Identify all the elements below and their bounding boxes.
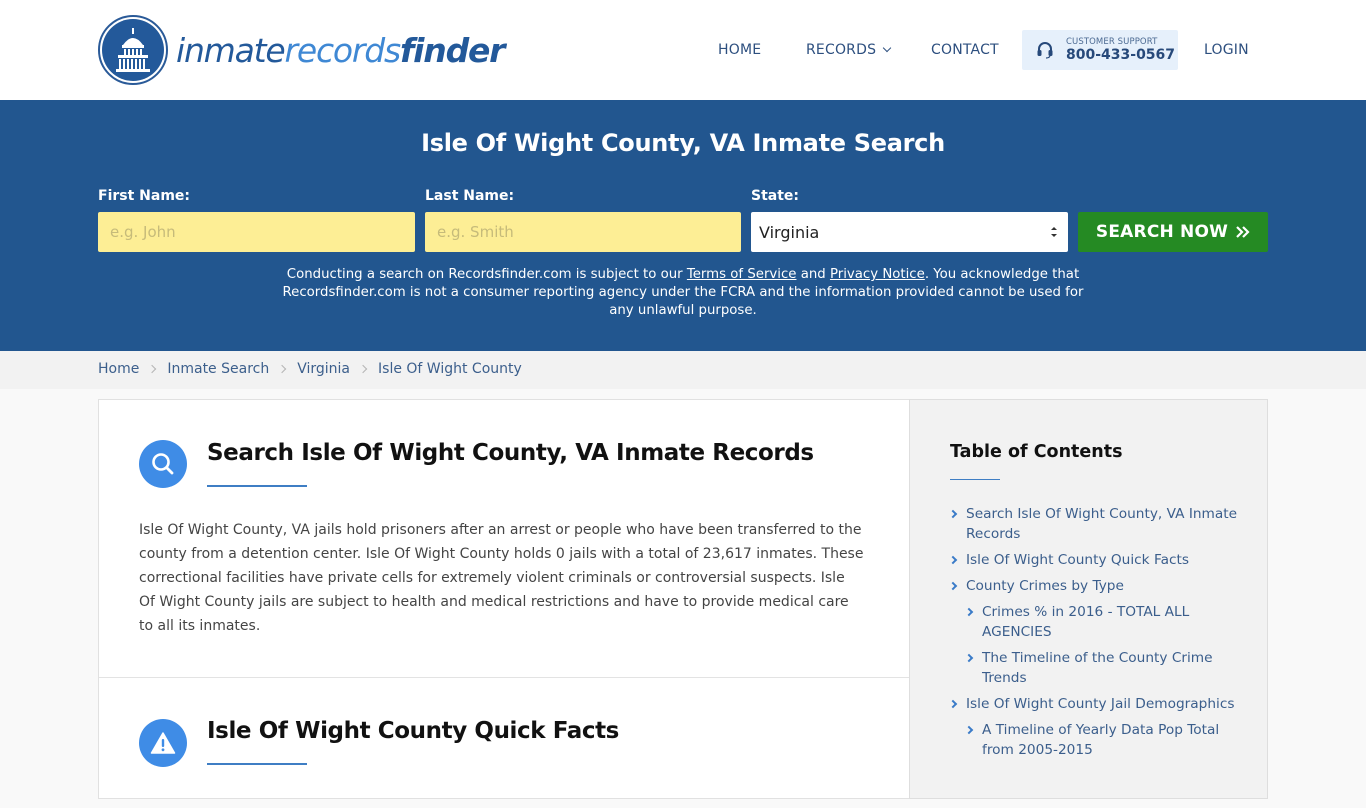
section-body: Isle Of Wight County, VA jails hold pris… bbox=[139, 522, 864, 634]
last-name-input[interactable] bbox=[425, 212, 741, 252]
terms-of-service-link[interactable]: Terms of Service bbox=[687, 267, 797, 282]
support-phone: 800-433-0567 bbox=[1066, 47, 1176, 63]
search-disclaimer: Conducting a search on Recordsfinder.com… bbox=[270, 266, 1096, 320]
state-selected-value: Virginia bbox=[759, 222, 820, 242]
section-title: Isle Of Wight County Quick Facts bbox=[207, 718, 619, 744]
toc-item-label: Isle Of Wight County Jail Demographics bbox=[966, 696, 1235, 712]
select-arrows-icon bbox=[1051, 227, 1057, 237]
chevron-right-icon bbox=[948, 699, 958, 709]
toc-title: Table of Contents bbox=[950, 442, 1123, 462]
breadcrumb-inmate-search[interactable]: Inmate Search bbox=[167, 361, 269, 377]
last-name-label: Last Name: bbox=[425, 188, 515, 204]
title-underline bbox=[207, 485, 307, 487]
toc-item-label: Crimes % in 2016 - TOTAL ALL AGENCIES bbox=[982, 604, 1190, 640]
nav-contact[interactable]: CONTACT bbox=[931, 42, 999, 58]
table-of-contents: Table of Contents Search Isle Of Wight C… bbox=[909, 399, 1268, 799]
search-now-label: SEARCH NOW bbox=[1095, 222, 1229, 242]
toc-item[interactable]: Search Isle Of Wight County, VA Inmate R… bbox=[948, 504, 1240, 544]
first-name-label: First Name: bbox=[98, 188, 191, 204]
toc-item[interactable]: Isle Of Wight County Jail Demographics bbox=[948, 694, 1240, 714]
nav-home[interactable]: HOME bbox=[718, 42, 761, 58]
chevron-right-icon bbox=[948, 509, 958, 519]
breadcrumb-virginia[interactable]: Virginia bbox=[297, 361, 350, 377]
breadcrumb: Home Inmate Search Virginia Isle Of Wigh… bbox=[98, 361, 522, 377]
nav-records-label: RECORDS bbox=[806, 42, 877, 58]
logo-part-records: records bbox=[284, 30, 402, 70]
toc-subitem[interactable]: A Timeline of Yearly Data Pop Total from… bbox=[964, 720, 1240, 760]
toc-item-label: Isle Of Wight County Quick Facts bbox=[966, 552, 1189, 568]
search-icon bbox=[139, 440, 187, 488]
customer-support-button[interactable]: CUSTOMER SUPPORT 800-433-0567 bbox=[1022, 30, 1178, 70]
double-chevron-right-icon bbox=[1236, 226, 1250, 238]
state-label: State: bbox=[751, 188, 800, 204]
section-search-records: Search Isle Of Wight County, VA Inmate R… bbox=[99, 400, 909, 677]
chevron-right-icon bbox=[277, 364, 287, 374]
disclaimer-text-pre: Conducting a search on Recordsfinder.com… bbox=[286, 267, 687, 282]
toc-underline bbox=[950, 479, 1000, 480]
toc-list: Search Isle Of Wight County, VA Inmate R… bbox=[948, 504, 1240, 766]
toc-subitem[interactable]: The Timeline of the County Crime Trends bbox=[964, 648, 1240, 688]
breadcrumb-current: Isle Of Wight County bbox=[378, 361, 522, 377]
search-now-button[interactable]: SEARCH NOW bbox=[1078, 212, 1268, 252]
page-title: Isle Of Wight County, VA Inmate Search bbox=[421, 129, 945, 157]
logo-part-finder: finder bbox=[400, 30, 505, 70]
logo-wordmark: inmaterecordsfinder bbox=[176, 30, 505, 70]
toc-item-label: The Timeline of the County Crime Trends bbox=[982, 650, 1213, 686]
toc-item[interactable]: County Crimes by Type bbox=[948, 576, 1240, 596]
toc-item-label: A Timeline of Yearly Data Pop Total from… bbox=[982, 722, 1220, 758]
warning-icon bbox=[139, 719, 187, 767]
toc-item[interactable]: Isle Of Wight County Quick Facts bbox=[948, 550, 1240, 570]
site-header: inmaterecordsfinder HOME RECORDS CONTACT… bbox=[0, 0, 1366, 100]
nav-records-dropdown[interactable]: RECORDS bbox=[806, 42, 892, 58]
chevron-right-icon bbox=[948, 555, 958, 565]
section-quick-facts: Isle Of Wight County Quick Facts bbox=[99, 678, 909, 808]
headset-icon bbox=[1037, 42, 1053, 59]
main-content: Search Isle Of Wight County, VA Inmate R… bbox=[98, 399, 910, 799]
capitol-seal-icon bbox=[98, 15, 168, 85]
logo-part-inmate: inmate bbox=[176, 30, 286, 70]
breadcrumb-home[interactable]: Home bbox=[98, 361, 139, 377]
chevron-right-icon bbox=[148, 364, 157, 374]
toc-item-label: County Crimes by Type bbox=[966, 578, 1124, 594]
chevron-down-icon bbox=[882, 43, 892, 53]
disclaimer-text-mid: and bbox=[796, 267, 830, 282]
breadcrumb-bar: Home Inmate Search Virginia Isle Of Wigh… bbox=[0, 351, 1366, 389]
state-select[interactable]: Virginia bbox=[751, 212, 1068, 252]
section-title: Search Isle Of Wight County, VA Inmate R… bbox=[207, 440, 814, 466]
toc-subitem[interactable]: Crimes % in 2016 - TOTAL ALL AGENCIES bbox=[964, 602, 1240, 642]
first-name-input[interactable] bbox=[98, 212, 415, 252]
chevron-right-icon bbox=[964, 653, 974, 663]
toc-item-label: Search Isle Of Wight County, VA Inmate R… bbox=[966, 506, 1238, 542]
title-underline bbox=[207, 763, 307, 765]
nav-login[interactable]: LOGIN bbox=[1204, 42, 1249, 58]
chevron-right-icon bbox=[964, 607, 974, 617]
site-logo[interactable]: inmaterecordsfinder bbox=[98, 15, 505, 85]
chevron-right-icon bbox=[358, 364, 368, 374]
support-label: CUSTOMER SUPPORT bbox=[1066, 37, 1158, 47]
privacy-notice-link[interactable]: Privacy Notice bbox=[830, 267, 925, 282]
chevron-right-icon bbox=[964, 725, 974, 735]
chevron-right-icon bbox=[948, 581, 958, 591]
